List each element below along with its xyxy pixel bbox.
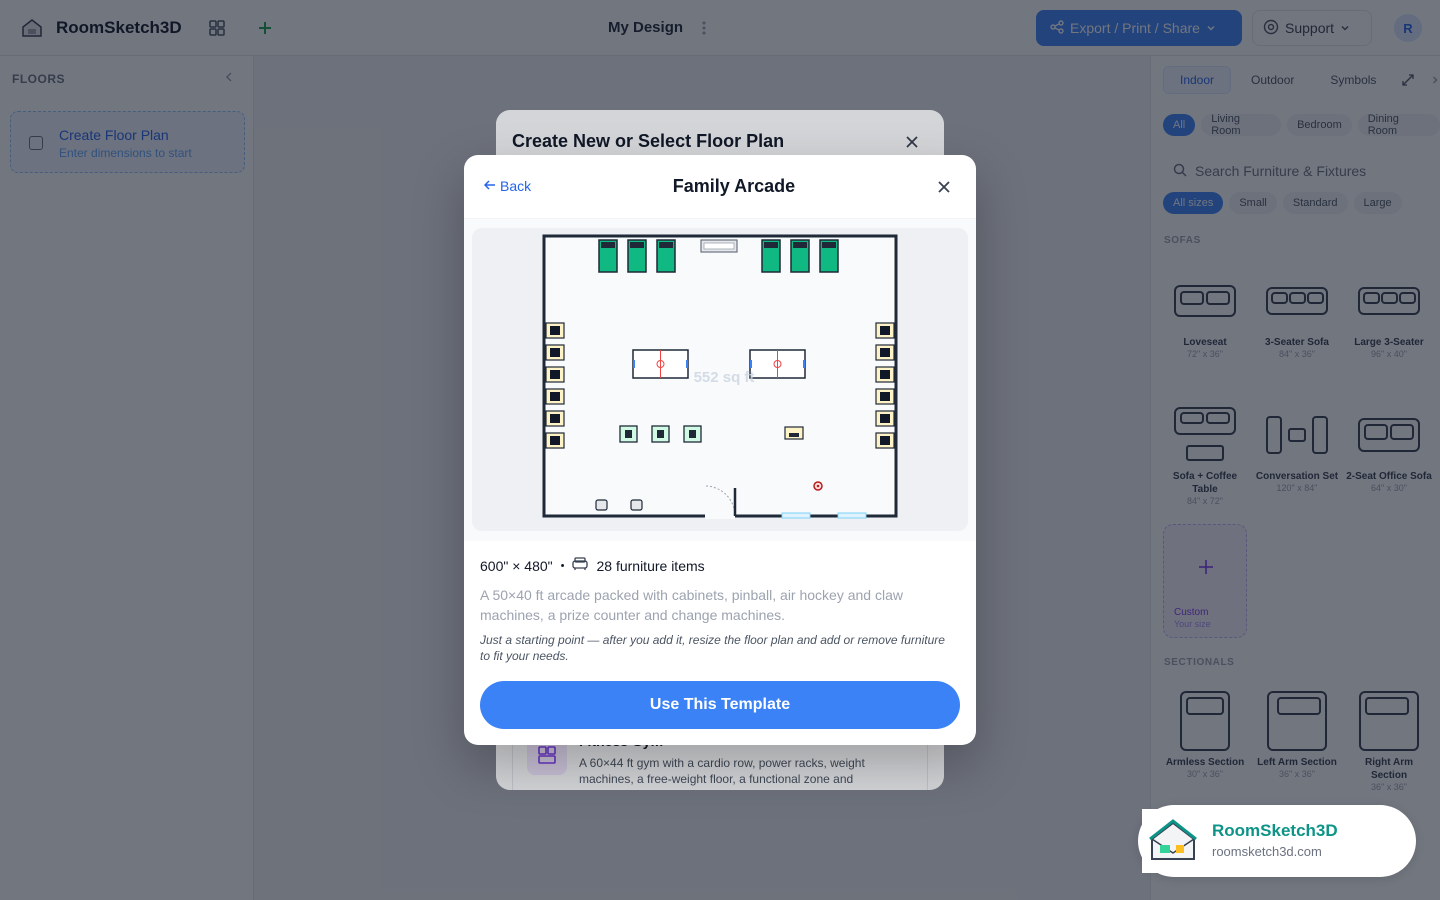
furniture-count: 28 furniture items (596, 557, 705, 574)
brand-card[interactable]: RoomSketch3D roomsketch3d.com (1138, 805, 1416, 877)
sofa-icon (572, 557, 589, 574)
air-hockey-table-icon (632, 349, 689, 379)
brand-name: RoomSketch3D (1212, 821, 1338, 840)
preview-area: 552 sq ft (464, 219, 976, 541)
brand-url: roomsketch3d.com (1212, 844, 1322, 859)
template-description: A 50×40 ft arcade packed with cabinets, … (480, 587, 903, 623)
floor-plan-preview: 552 sq ft (472, 228, 968, 531)
template-note: Just a starting point — after you add it… (480, 633, 945, 663)
pinball-machine-icon (598, 239, 618, 273)
area-label: 552 sq ft (694, 369, 755, 386)
modal-header: Back Family Arcade (464, 155, 976, 219)
modal-title: Family Arcade (672, 176, 796, 196)
meta-separator: • (560, 559, 565, 572)
close-icon[interactable] (936, 179, 952, 195)
template-meta: 600" × 480" • 28 furniture items (480, 557, 705, 574)
dimensions-text: 600" × 480" (480, 557, 553, 574)
floor-plan-drawing: 552 sq ft (542, 234, 898, 519)
house-logo-icon (1142, 809, 1204, 873)
use-template-button[interactable]: Use This Template (480, 681, 960, 729)
template-preview-modal: Back Family Arcade 552 sq ft 600" × 480"… (464, 155, 976, 745)
